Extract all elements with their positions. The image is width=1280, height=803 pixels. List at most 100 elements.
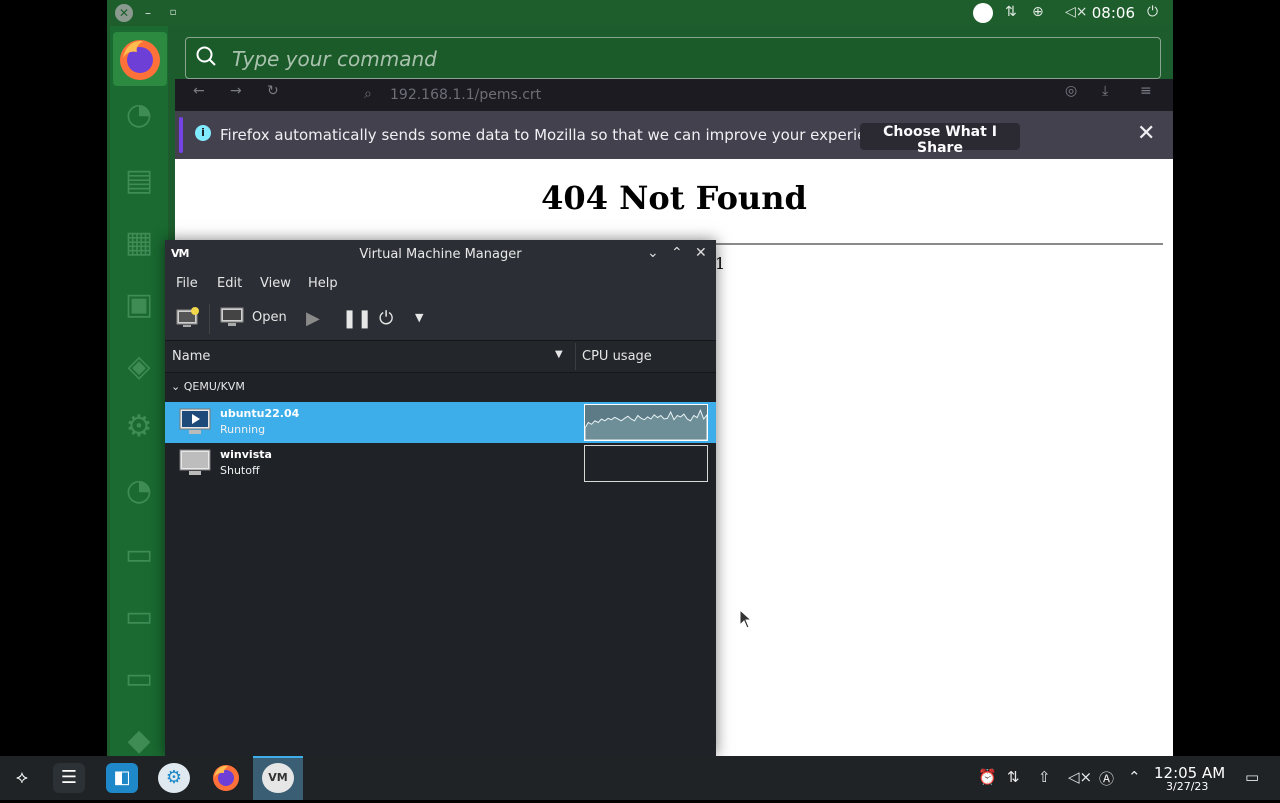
vm-shutoff-icon xyxy=(179,449,211,475)
cpu-usage-graph xyxy=(584,445,708,482)
group-label: QEMU/KVM xyxy=(183,380,245,393)
vm-running-icon xyxy=(179,408,211,434)
url-bar[interactable]: ⌕ 192.168.1.1/pems.crt xyxy=(360,83,990,107)
status-indicator-icon xyxy=(973,3,993,23)
window-title: Virtual Machine Manager xyxy=(359,247,522,262)
chevron-up-icon[interactable]: ⌃ xyxy=(1128,768,1141,786)
new-vm-button[interactable] xyxy=(175,306,201,334)
page-title: 404 Not Found xyxy=(541,179,807,217)
terminal-icon[interactable]: ▭ xyxy=(114,592,164,642)
menu-file[interactable]: File xyxy=(176,276,198,291)
vm-row-winvista[interactable]: winvista Shutoff xyxy=(165,443,716,484)
discover-store-icon[interactable]: ◧ xyxy=(106,763,138,793)
url-text: 192.168.1.1/pems.crt xyxy=(390,87,542,103)
close-icon[interactable]: ✕ xyxy=(695,245,707,261)
guest-dock: ◔ ▤ ▦ ▣ ◈ ⚙ ◔ ▭ ▭ ▭ ◆ xyxy=(110,26,168,758)
chevron-down-icon[interactable]: ⌄ xyxy=(171,380,180,393)
guest-clock: 08:06 xyxy=(1091,4,1135,22)
command-input[interactable] xyxy=(230,38,1134,80)
show-desktop-icon[interactable]: ▭ xyxy=(1245,768,1259,786)
pause-icon[interactable]: ❚❚ xyxy=(342,308,372,329)
menu-icon[interactable]: ≡ xyxy=(1140,83,1152,99)
update-icon[interactable]: ⇧ xyxy=(1038,768,1051,786)
power-icon[interactable]: ⏻ xyxy=(379,308,393,329)
command-bar[interactable] xyxy=(185,37,1161,80)
restore-icon[interactable]: ▫ xyxy=(164,4,182,22)
choose-what-i-share-button[interactable]: Choose What I Share xyxy=(860,123,1020,156)
notice-text: Firefox automatically sends some data to… xyxy=(220,126,899,144)
download-icon[interactable]: ⤓ xyxy=(1102,83,1108,99)
minimize-icon[interactable]: – xyxy=(139,4,157,22)
page-text: 1 xyxy=(715,254,726,273)
open-label: Open xyxy=(252,310,287,325)
column-divider[interactable] xyxy=(575,343,576,370)
notice-accent xyxy=(179,117,183,153)
terminal-icon[interactable]: ▭ xyxy=(114,530,164,580)
virtual-machine-manager-window: VM Virtual Machine Manager ⌄ ⌃ ✕ File Ed… xyxy=(165,240,716,756)
close-icon[interactable]: ✕ xyxy=(1137,121,1155,146)
forward-icon[interactable]: → xyxy=(230,83,242,99)
toolbar: Open ▶ ❚❚ ⏻ ▼ xyxy=(165,298,716,341)
menu-help[interactable]: Help xyxy=(308,276,338,291)
run-icon[interactable]: ▶ xyxy=(306,308,320,329)
input-method-icon[interactable]: Ⓐ xyxy=(1099,768,1114,789)
toolbar-divider xyxy=(209,304,210,334)
host-taskbar: ⟡ ☰ ◧ ⚙ VM ⏰ ⇅ ⇧ ◁× Ⓐ ⌃ 12:05 AM 3/27/23… xyxy=(0,756,1280,800)
firefox-icon[interactable] xyxy=(210,763,242,793)
vm-state: Shutoff xyxy=(220,464,260,477)
vm-state: Running xyxy=(220,423,266,436)
vmm-task-button[interactable]: VM xyxy=(253,756,303,800)
chevron-down-icon[interactable]: ▼ xyxy=(415,311,423,324)
info-icon: i xyxy=(195,125,211,141)
network-arrows-icon[interactable]: ⇅ xyxy=(1005,4,1017,20)
dock-app-icon[interactable]: ◔ xyxy=(114,90,164,140)
back-icon[interactable]: ← xyxy=(193,83,205,99)
volume-muted-icon[interactable]: ◁× xyxy=(1065,4,1088,20)
alarm-icon[interactable]: ⏰ xyxy=(978,768,997,786)
document-icon[interactable]: ▤ xyxy=(114,156,164,206)
pocket-icon[interactable]: ◎ xyxy=(1065,83,1077,99)
maximize-icon[interactable]: ⌃ xyxy=(671,245,683,261)
sort-down-icon[interactable]: ▼ xyxy=(555,349,563,360)
menu-edit[interactable]: Edit xyxy=(217,276,242,291)
software-icon[interactable]: ◈ xyxy=(114,342,164,392)
volume-muted-icon[interactable]: ◁× xyxy=(1068,768,1092,786)
title-bar[interactable]: VM Virtual Machine Manager ⌄ ⌃ ✕ xyxy=(165,240,716,270)
host-clock-date[interactable]: 3/27/23 xyxy=(1166,780,1208,793)
power-icon[interactable]: ⏻ xyxy=(1147,4,1158,20)
minimize-icon[interactable]: ⌄ xyxy=(647,245,659,261)
network-icon[interactable]: ⇅ xyxy=(1007,768,1020,786)
dock-app-icon[interactable]: ◔ xyxy=(114,466,164,516)
new-vm-icon xyxy=(176,307,199,327)
browser-toolbar: ← → ↻ ⌕ 192.168.1.1/pems.crt ◎ ⤓ ≡ xyxy=(175,79,1173,111)
column-cpu-usage[interactable]: CPU usage xyxy=(582,349,652,364)
vm-name: ubuntu22.04 xyxy=(220,407,300,420)
steam-icon[interactable]: ⚙ xyxy=(158,763,190,793)
close-icon[interactable]: ✕ xyxy=(115,4,133,22)
column-header: Name ▼ CPU usage xyxy=(165,341,716,373)
reload-icon[interactable]: ↻ xyxy=(267,83,279,99)
firefox-icon[interactable] xyxy=(113,32,167,86)
menu-view[interactable]: View xyxy=(260,276,291,291)
cpu-usage-area xyxy=(585,408,707,440)
cpu-usage-graph xyxy=(584,404,708,441)
terminal-icon[interactable]: ▭ xyxy=(114,654,164,704)
search-icon xyxy=(196,46,216,66)
data-notice-bar: i Firefox automatically sends some data … xyxy=(175,111,1173,159)
presentation-icon[interactable]: ▣ xyxy=(114,280,164,330)
spreadsheet-icon[interactable]: ▦ xyxy=(114,218,164,268)
connection-group[interactable]: ⌄ QEMU/KVM xyxy=(171,380,245,393)
vm-name: winvista xyxy=(220,448,272,461)
settings-icon[interactable]: ⚙ xyxy=(114,402,164,452)
monitor-icon xyxy=(220,307,244,326)
app-launcher-icon[interactable]: ⟡ xyxy=(6,763,38,793)
vmm-icon: VM xyxy=(262,763,294,793)
open-button[interactable]: Open xyxy=(220,306,287,332)
globe-icon[interactable]: ⊕ xyxy=(1032,4,1044,20)
vm-row-ubuntu[interactable]: ubuntu22.04 Running xyxy=(165,402,716,443)
system-settings-icon[interactable]: ☰ xyxy=(53,763,85,793)
divider xyxy=(705,243,1163,245)
column-name[interactable]: Name xyxy=(172,349,210,364)
search-icon: ⌕ xyxy=(364,86,372,102)
guest-top-bar: ✕ – ▫ ⇅ ⊕ ◁× 08:06 ⏻ xyxy=(107,0,1173,26)
